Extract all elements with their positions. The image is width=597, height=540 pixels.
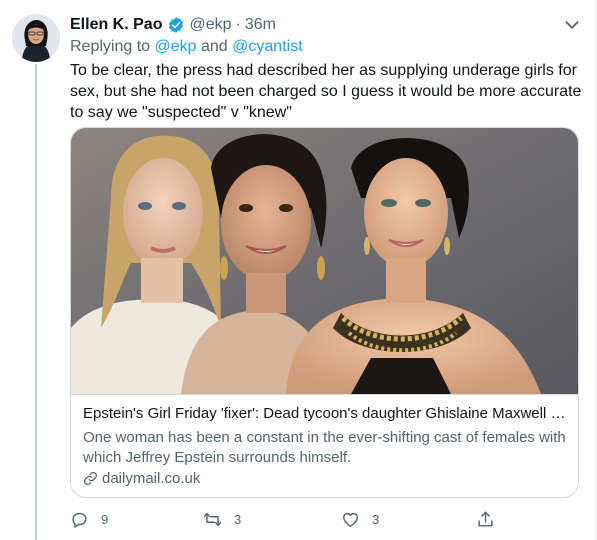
avatar-image [12,14,60,62]
card-domain[interactable]: dailymail.co.uk [83,470,200,487]
retweet-icon [203,512,222,526]
avatar[interactable] [12,14,60,62]
verified-badge-icon [169,17,184,33]
card-title[interactable]: Epstein's Girl Friday 'fixer': Dead tyco… [83,404,569,424]
link-icon [83,471,98,486]
author-name[interactable]: Ellen K. Pao [70,16,162,34]
share-icon [478,511,493,527]
card-description: One woman has been a constant in the eve… [83,429,566,466]
link-preview-card[interactable]: Epstein's Girl Friday 'fixer': Dead tyco… [70,127,579,498]
retweet-button[interactable]: 3 [203,508,241,530]
tweet-header: Ellen K. Pao @ekp · 36m [70,14,276,36]
reply-mention-link[interactable]: @cyantist [232,38,302,55]
thread-connector-line [35,64,37,540]
tweet-text: To be clear, the press had described her… [70,62,582,121]
retweet-count: 3 [234,511,242,527]
replying-prefix: Replying to [70,38,151,55]
reply-mention-link[interactable]: @ekp [155,38,197,55]
share-button[interactable] [476,508,507,530]
replying-conjunction: and [201,38,228,55]
card-domain-text: dailymail.co.uk [102,470,201,487]
reply-icon [72,512,87,528]
like-icon [343,512,358,527]
card-photo [71,128,578,394]
author-handle[interactable]: @ekp [189,16,231,34]
reply-count: 9 [101,511,109,527]
reply-button[interactable]: 9 [70,508,108,530]
tweet-timestamp[interactable]: 36m [245,16,276,34]
replying-to-line: Replying to @ekp and @cyantist [70,38,303,56]
chevron-down-icon[interactable] [561,14,583,36]
meta-separator: · [235,16,241,33]
like-button[interactable]: 3 [341,508,379,530]
card-divider [71,394,578,395]
like-count: 3 [372,511,380,527]
